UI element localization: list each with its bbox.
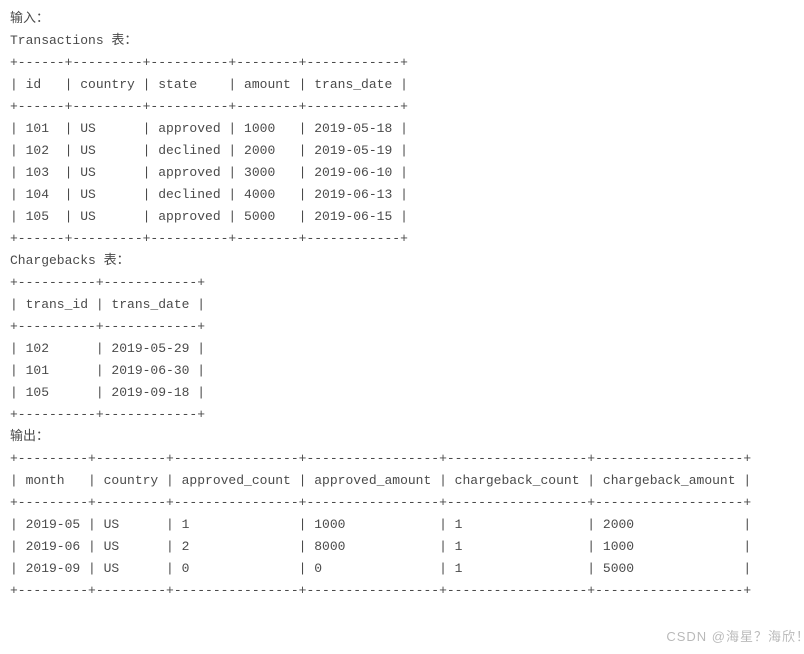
- table-row: | 102 | 2019-05-29 |: [10, 341, 205, 356]
- output-border-top: +---------+---------+----------------+--…: [10, 451, 751, 466]
- output-border-bottom: +---------+---------+----------------+--…: [10, 583, 751, 598]
- table-row: | 102 | US | declined | 2000 | 2019-05-1…: [10, 143, 408, 158]
- transactions-border-top: +------+---------+----------+--------+--…: [10, 55, 408, 70]
- output-border-mid: +---------+---------+----------------+--…: [10, 495, 751, 510]
- output-label: 输出：: [10, 429, 49, 444]
- table-row: | 105 | 2019-09-18 |: [10, 385, 205, 400]
- chargebacks-caption: Chargebacks 表：: [10, 253, 130, 268]
- table-row: | 2019-09 | US | 0 | 0 | 1 | 5000 |: [10, 561, 751, 576]
- chargebacks-border-bottom: +----------+------------+: [10, 407, 205, 422]
- table-row: | 101 | US | approved | 1000 | 2019-05-1…: [10, 121, 408, 136]
- chargebacks-border-top: +----------+------------+: [10, 275, 205, 290]
- table-row: | 101 | 2019-06-30 |: [10, 363, 205, 378]
- table-row: | 103 | US | approved | 3000 | 2019-06-1…: [10, 165, 408, 180]
- chargebacks-header: | trans_id | trans_date |: [10, 297, 205, 312]
- output-header: | month | country | approved_count | app…: [10, 473, 751, 488]
- transactions-header: | id | country | state | amount | trans_…: [10, 77, 408, 92]
- csdn-watermark: CSDN @海星？海欣！: [666, 626, 804, 648]
- table-row: | 2019-06 | US | 2 | 8000 | 1 | 1000 |: [10, 539, 751, 554]
- transactions-border-mid: +------+---------+----------+--------+--…: [10, 99, 408, 114]
- table-row: | 104 | US | declined | 4000 | 2019-06-1…: [10, 187, 408, 202]
- input-label: 输入：: [10, 11, 49, 26]
- transactions-caption: Transactions 表：: [10, 33, 137, 48]
- transactions-border-bottom: +------+---------+----------+--------+--…: [10, 231, 408, 246]
- table-row: | 2019-05 | US | 1 | 1000 | 1 | 2000 |: [10, 517, 751, 532]
- table-row: | 105 | US | approved | 5000 | 2019-06-1…: [10, 209, 408, 224]
- chargebacks-border-mid: +----------+------------+: [10, 319, 205, 334]
